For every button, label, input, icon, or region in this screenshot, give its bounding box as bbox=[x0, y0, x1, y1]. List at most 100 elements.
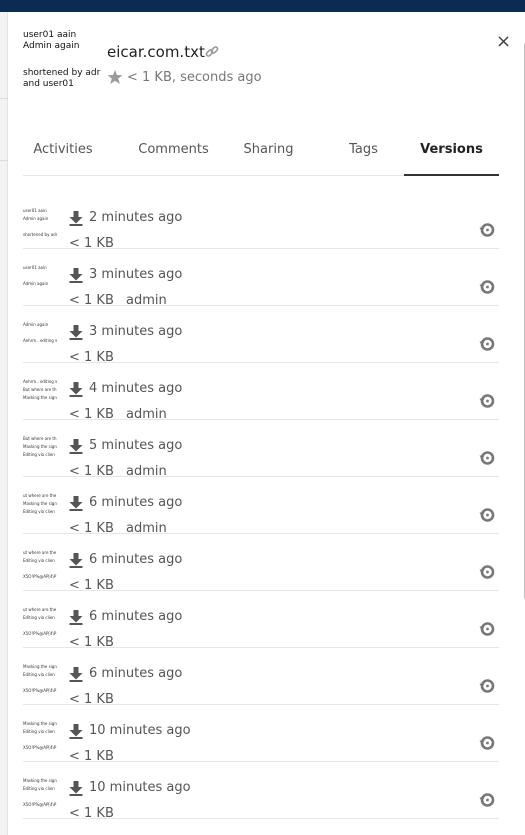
version-thumbnail: Masking the sign Editing via clien X5O!P%@… bbox=[23, 777, 57, 815]
restore-icon[interactable] bbox=[479, 678, 495, 698]
version-time[interactable]: 6 minutes ago bbox=[89, 607, 182, 627]
thumb-text: Masking the sign bbox=[23, 444, 57, 449]
thumb-text: X5O!P%@AP[4\P bbox=[23, 802, 57, 807]
thumb-text: But where are th bbox=[23, 436, 57, 441]
thumb-text: Editing via clien bbox=[23, 452, 55, 457]
version-thumbnail: ut where are the Masking the sign Editing … bbox=[23, 492, 57, 530]
thumb-text: Masking the sign bbox=[23, 664, 57, 669]
star-icon[interactable] bbox=[107, 69, 123, 89]
restore-icon[interactable] bbox=[479, 564, 495, 584]
thumb-text: Aehrm.. editing w bbox=[23, 338, 57, 343]
file-name: eicar.com.txt bbox=[107, 43, 205, 61]
version-thumbnail: ut where are the Editing via clien X5O!P%@… bbox=[23, 549, 57, 587]
restore-icon[interactable] bbox=[479, 222, 495, 242]
restore-icon[interactable] bbox=[479, 336, 495, 356]
restore-icon[interactable] bbox=[479, 507, 495, 527]
download-icon[interactable] bbox=[69, 382, 83, 401]
tab-sharing[interactable]: Sharing bbox=[221, 140, 316, 175]
tab-versions[interactable]: Versions bbox=[404, 140, 499, 176]
top-header-bar bbox=[0, 0, 525, 12]
version-time[interactable]: 5 minutes ago bbox=[89, 436, 182, 456]
version-row: user01 aain Admin again shortened by adr 2 … bbox=[23, 192, 499, 251]
version-time[interactable]: 10 minutes ago bbox=[89, 778, 191, 798]
thumb-text: ut where are the bbox=[23, 550, 57, 555]
download-icon[interactable] bbox=[69, 667, 83, 686]
download-icon[interactable] bbox=[69, 781, 83, 800]
thumb-text: user01 aain bbox=[23, 208, 47, 213]
version-time[interactable]: 4 minutes ago bbox=[89, 379, 182, 399]
version-thumbnail: user01 aain Admin again bbox=[23, 264, 57, 302]
download-icon[interactable] bbox=[69, 268, 83, 287]
tab-comments[interactable]: Comments bbox=[126, 140, 221, 175]
background-file-list bbox=[0, 12, 8, 835]
thumb-text: Admin again bbox=[23, 322, 49, 327]
version-row: ut where are the Masking the sign Editing … bbox=[23, 477, 499, 536]
thumb-text: Editing via clien bbox=[23, 729, 55, 734]
download-icon[interactable] bbox=[69, 439, 83, 458]
version-time[interactable]: 2 minutes ago bbox=[89, 208, 182, 228]
restore-icon[interactable] bbox=[479, 450, 495, 470]
thumb-text: Masking the sign bbox=[23, 395, 57, 400]
thumb-text: shortened by adr bbox=[23, 68, 101, 78]
restore-icon[interactable] bbox=[479, 621, 495, 641]
download-icon[interactable] bbox=[69, 724, 83, 743]
version-time[interactable]: 10 minutes ago bbox=[89, 721, 191, 741]
thumb-text: Editing via clien bbox=[23, 615, 55, 620]
version-time[interactable]: 6 minutes ago bbox=[89, 664, 182, 684]
restore-icon[interactable] bbox=[479, 792, 495, 812]
version-time[interactable]: 6 minutes ago bbox=[89, 493, 182, 513]
download-icon[interactable] bbox=[69, 553, 83, 572]
version-row: Masking the signEditing via clien10 minu… bbox=[23, 819, 499, 835]
restore-icon[interactable] bbox=[479, 393, 495, 413]
version-row: Admin again Aehrm.. editing w 3 minutes ag… bbox=[23, 306, 499, 365]
download-icon[interactable] bbox=[69, 211, 83, 230]
version-time[interactable]: 3 minutes ago bbox=[89, 322, 182, 342]
version-time[interactable]: 3 minutes ago bbox=[89, 265, 182, 285]
thumb-text: Aehrm.. editing w bbox=[23, 379, 57, 384]
thumb-text: Admin again bbox=[23, 281, 49, 286]
version-thumbnail: Aehrm.. editing w But where are th Masking… bbox=[23, 378, 57, 416]
version-row: Masking the sign Editing via clien X5O!P%@… bbox=[23, 648, 499, 707]
thumb-text: user01 aain bbox=[23, 265, 47, 270]
close-icon[interactable]: × bbox=[496, 32, 511, 52]
restore-icon[interactable] bbox=[479, 279, 495, 299]
download-icon[interactable] bbox=[69, 496, 83, 515]
thumb-text: Masking the sign bbox=[23, 778, 57, 783]
thumb-text: X5O!P%@AP[4\P bbox=[23, 745, 57, 750]
restore-icon[interactable] bbox=[479, 735, 495, 755]
version-row: ut where are the Editing via clien X5O!P%@… bbox=[23, 591, 499, 650]
thumb-text: X5O!P%@AP[4\P bbox=[23, 631, 57, 636]
tab-tags[interactable]: Tags bbox=[316, 140, 411, 175]
version-thumbnail: But where are th Masking the sign Editing … bbox=[23, 435, 57, 473]
download-icon[interactable] bbox=[69, 610, 83, 629]
version-row: Masking the sign Editing via clien X5O!P%@… bbox=[23, 762, 499, 821]
thumb-text: X5O!P%@AP[4\P bbox=[23, 688, 57, 693]
version-thumbnail: Masking the sign Editing via clien X5O!P%@… bbox=[23, 663, 57, 701]
thumb-text: X5O!P%@AP[4\P bbox=[23, 574, 57, 579]
thumb-text: ut where are the bbox=[23, 493, 57, 498]
version-thumbnail: ut where are the Editing via clien X5O!P%@… bbox=[23, 606, 57, 644]
tab-activities[interactable]: Activities bbox=[23, 140, 103, 175]
version-row: Aehrm.. editing w But where are th Masking… bbox=[23, 363, 499, 422]
version-row: But where are th Masking the sign Editing … bbox=[23, 420, 499, 479]
file-preview-thumbnail[interactable]: user01 aain Admin again shortened by adr… bbox=[23, 30, 101, 102]
thumb-text: But where are th bbox=[23, 387, 57, 392]
download-icon[interactable] bbox=[69, 325, 83, 344]
details-sidebar: × user01 aain Admin again shortened by a… bbox=[8, 12, 525, 835]
version-row: user01 aain Admin again 3 minutes ago < 1 K… bbox=[23, 249, 499, 308]
thumb-text: Masking the sign bbox=[23, 501, 57, 506]
version-thumbnail: Admin again Aehrm.. editing w bbox=[23, 321, 57, 359]
version-thumbnail: Masking the sign Editing via clien X5O!P%@… bbox=[23, 720, 57, 758]
thumb-text: Admin again bbox=[23, 41, 80, 51]
version-time[interactable]: 6 minutes ago bbox=[89, 550, 182, 570]
thumb-text: Editing via clien bbox=[23, 786, 55, 791]
file-meta: < 1 KB, seconds ago bbox=[127, 70, 262, 85]
thumb-text: ut where are the bbox=[23, 607, 57, 612]
thumb-text: shortened by adr bbox=[23, 232, 57, 237]
thumb-text: user01 aain bbox=[23, 30, 77, 40]
thumb-text: Editing via clien bbox=[23, 509, 55, 514]
thumb-text: Editing via clien bbox=[23, 558, 55, 563]
tab-bar: Activities Comments Sharing Tags Version… bbox=[23, 140, 499, 176]
link-icon[interactable] bbox=[204, 44, 220, 64]
thumb-text: Editing via clien bbox=[23, 672, 55, 677]
